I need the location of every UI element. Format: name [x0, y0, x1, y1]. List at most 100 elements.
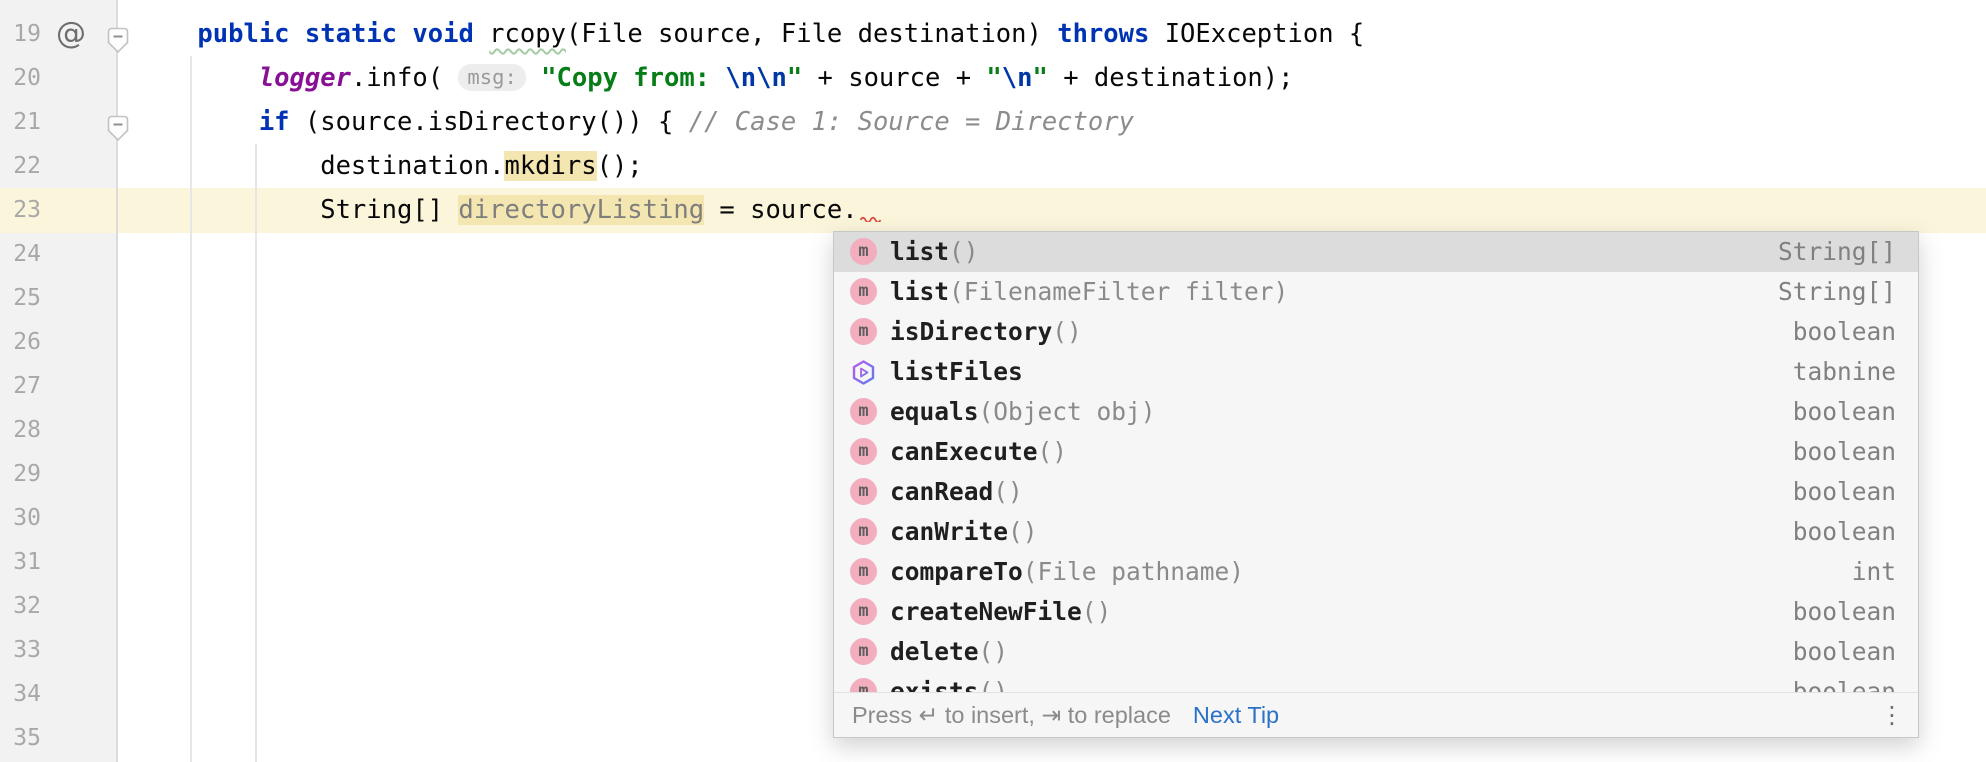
completion-item-params: (Object obj)	[979, 397, 1156, 426]
code-token	[397, 19, 412, 49]
completion-item-delete[interactable]: m delete() boolean	[834, 632, 1918, 672]
completion-item-type: boolean	[1793, 472, 1896, 512]
code-token	[136, 19, 197, 49]
line-number-29[interactable]: 29	[0, 452, 41, 496]
line-number-19[interactable]: 19	[0, 12, 41, 56]
line-number-25[interactable]: 25	[0, 276, 41, 320]
code-token	[526, 63, 541, 93]
line-number-28[interactable]: 28	[0, 408, 41, 452]
completion-item-name: list(FilenameFilter filter)	[890, 272, 1288, 312]
code-token: .info(	[351, 63, 458, 93]
line-number-23[interactable]: 23	[0, 188, 41, 232]
completion-item-type: String[]	[1778, 232, 1896, 272]
method-icon: m	[850, 278, 877, 305]
completion-item-params: ()	[1052, 317, 1082, 346]
completion-item-name: canWrite()	[890, 512, 1038, 552]
code-token: String[]	[136, 195, 458, 225]
completion-item-list[interactable]: m list(FilenameFilter filter) String[]	[834, 272, 1918, 312]
completion-item-name: compareTo(File pathname)	[890, 552, 1244, 592]
completion-item-type: boolean	[1793, 592, 1896, 632]
completion-item-type: int	[1852, 552, 1896, 592]
completion-item-name: isDirectory()	[890, 312, 1082, 352]
code-token: // Case 1: Source = Directory	[689, 107, 1134, 137]
completion-item-name: equals(Object obj)	[890, 392, 1156, 432]
code-token: mkdirs	[504, 151, 596, 181]
completion-item-name: canExecute()	[890, 432, 1067, 472]
indent-guide	[255, 144, 257, 762]
line-number-30[interactable]: 30	[0, 496, 41, 540]
line-number-24[interactable]: 24	[0, 232, 41, 276]
code-token: + source +	[802, 63, 986, 93]
annotation-gutter-icon[interactable]: @	[56, 12, 86, 56]
code-token: rcopy	[489, 19, 566, 49]
line-number-32[interactable]: 32	[0, 584, 41, 628]
fold-collapse-icon[interactable]	[107, 115, 129, 142]
method-icon: m	[850, 238, 877, 265]
method-icon: m	[850, 478, 877, 505]
code-line-23[interactable]: String[] directoryListing = source.	[136, 188, 881, 232]
line-number-31[interactable]: 31	[0, 540, 41, 584]
code-line-22[interactable]: destination.mkdirs();	[136, 144, 643, 188]
code-line-21[interactable]: if (source.isDirectory()) { // Case 1: S…	[136, 100, 1134, 144]
line-number-26[interactable]: 26	[0, 320, 41, 364]
parameter-hint: msg:	[458, 64, 525, 91]
completion-item-type: boolean	[1793, 432, 1896, 472]
method-icon: m	[850, 638, 877, 665]
completion-item-compareTo[interactable]: mcompareTo(File pathname)int	[834, 552, 1918, 592]
completion-item-name: canRead()	[890, 472, 1023, 512]
completion-item-name: delete()	[890, 632, 1008, 672]
completion-footer: Press ↵ to insert, ⇥ to replace Next Tip…	[834, 692, 1918, 737]
completion-item-params: ()	[1082, 597, 1112, 626]
completion-item-createNewFile[interactable]: mcreateNewFile()boolean	[834, 592, 1918, 632]
completion-item-params: ()	[949, 237, 979, 266]
completion-item-name: list()	[890, 232, 979, 272]
code-token: = source.	[704, 195, 858, 225]
completion-item-params: ()	[1008, 517, 1038, 546]
completion-item-type: String[]	[1778, 272, 1896, 312]
completion-item-exists[interactable]: mexists()boolean	[834, 672, 1918, 694]
line-number-33[interactable]: 33	[0, 628, 41, 672]
completion-item-listFiles[interactable]: listFilestabnine	[834, 352, 1918, 392]
line-number-27[interactable]: 27	[0, 364, 41, 408]
completion-popup: m list() String[] m list(FilenameFilter filt…	[833, 231, 1919, 738]
completion-hint-text: Press ↵ to insert, ⇥ to replace	[852, 701, 1171, 729]
completion-item-list[interactable]: m list() String[]	[834, 232, 1918, 272]
completion-item-canRead[interactable]: m canRead() boolean	[834, 472, 1918, 512]
method-icon: m	[850, 438, 877, 465]
code-token: ();	[597, 151, 643, 181]
completion-item-type: boolean	[1793, 672, 1896, 694]
code-token: + destination);	[1048, 63, 1294, 93]
line-number-20[interactable]: 20	[0, 56, 41, 100]
code-token: "	[787, 63, 802, 93]
line-number-35[interactable]: 35	[0, 716, 41, 760]
code-line-20[interactable]: logger.info( msg: "Copy from: \n\n" + so…	[136, 56, 1293, 100]
code-token	[136, 107, 259, 137]
error-squiggle	[860, 192, 881, 236]
fold-collapse-icon[interactable]	[107, 27, 129, 54]
completion-item-type: boolean	[1793, 632, 1896, 672]
more-options-icon[interactable]: ⋮	[1880, 701, 1904, 729]
completion-item-name: exists()	[890, 672, 1008, 694]
code-token: logger	[259, 63, 351, 93]
code-token: throws	[1057, 19, 1149, 49]
code-token: destination.	[136, 151, 504, 181]
code-editor: 1920212223242526272829303132333435 @ pub…	[0, 0, 1986, 762]
completion-item-isDirectory[interactable]: misDirectory()boolean	[834, 312, 1918, 352]
code-line-19[interactable]: public static void rcopy(File source, Fi…	[136, 12, 1364, 56]
completion-item-equals[interactable]: mequals(Object obj)boolean	[834, 392, 1918, 432]
line-number-21[interactable]: 21	[0, 100, 41, 144]
line-number-34[interactable]: 34	[0, 672, 41, 716]
tabnine-icon	[850, 358, 877, 385]
completion-item-params: (FilenameFilter filter)	[949, 277, 1288, 306]
next-tip-link[interactable]: Next Tip	[1193, 702, 1279, 729]
method-icon: m	[850, 598, 877, 625]
line-number-22[interactable]: 22	[0, 144, 41, 188]
completion-item-name: listFiles	[890, 352, 1023, 392]
method-icon: m	[850, 318, 877, 345]
code-token: \n	[1002, 63, 1033, 93]
completion-item-canWrite[interactable]: mcanWrite()boolean	[834, 512, 1918, 552]
code-token: void	[412, 19, 473, 49]
code-token: IOException {	[1149, 19, 1364, 49]
code-token: if	[259, 107, 290, 137]
completion-item-canExecute[interactable]: m canExecute() boolean	[834, 432, 1918, 472]
